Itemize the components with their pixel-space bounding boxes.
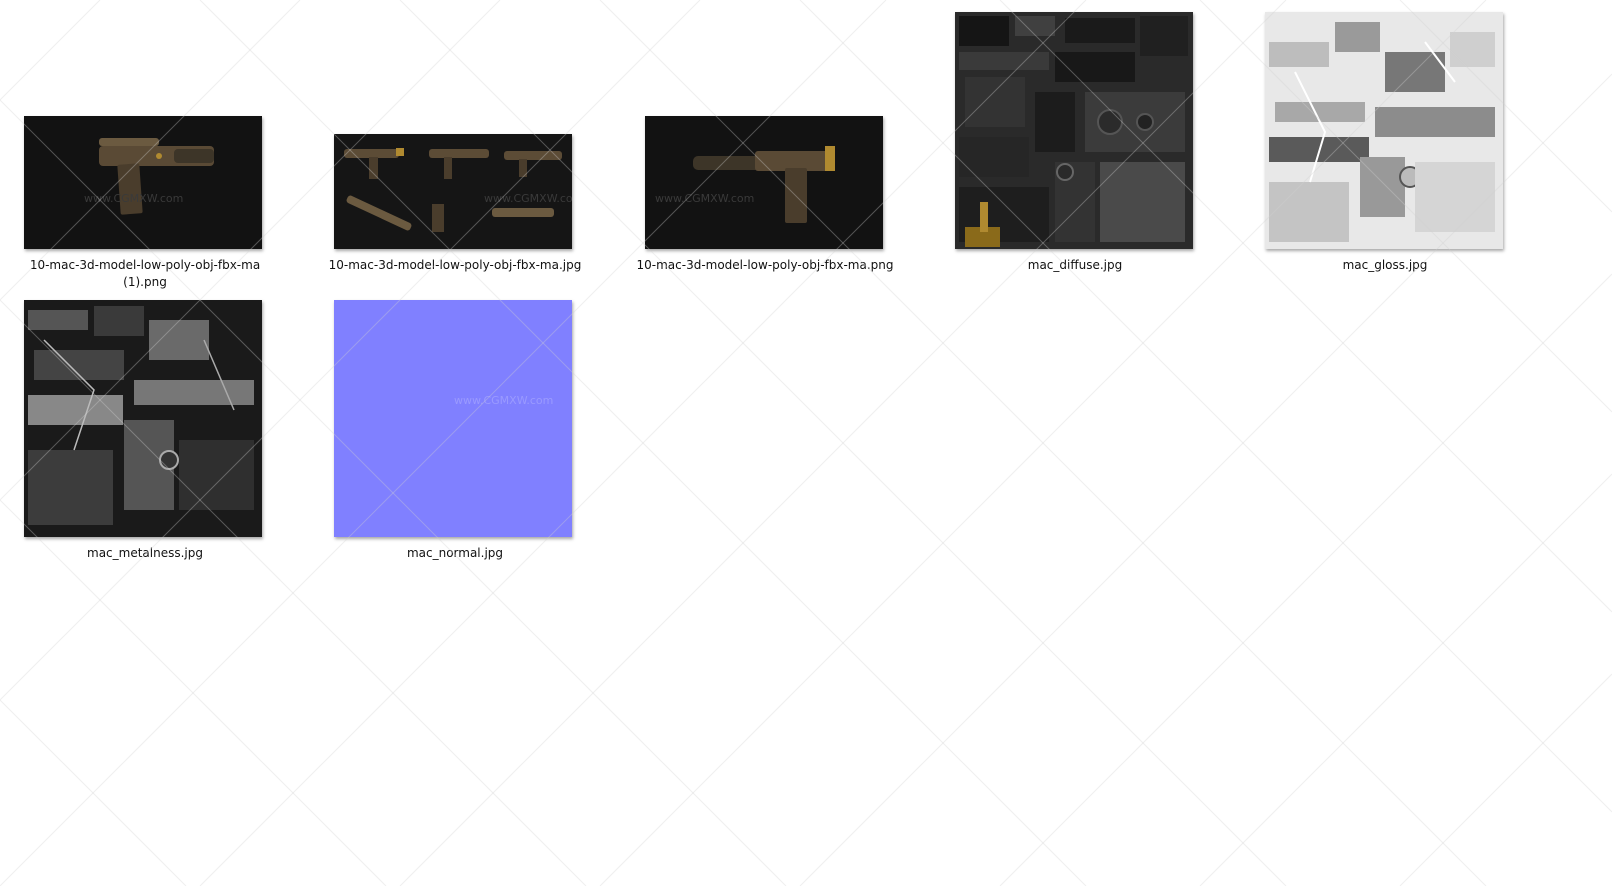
file-explorer-view: www.CGMXW.com 10-mac-3d-model-low-poly-o… <box>0 0 1612 886</box>
file-label-normal: mac_normal.jpg <box>406 546 504 560</box>
thumb-watermark: www.CGMXW.com <box>84 192 183 205</box>
thumbnail-gun-render-1: www.CGMXW.com <box>24 116 262 249</box>
file-item-gun-views[interactable]: www.CGMXW.com 10-mac-3d-model-low-poly-o… <box>310 0 610 290</box>
file-label-gloss: mac_gloss.jpg <box>1342 258 1428 272</box>
file-label-gun-render-2: 10-mac-3d-model-low-poly-obj-fbx-ma.png <box>636 258 894 272</box>
file-label-gun-views: 10-mac-3d-model-low-poly-obj-fbx-ma.jpg <box>328 258 582 272</box>
file-item-gloss[interactable]: mac_gloss.jpg <box>1240 0 1540 290</box>
file-label-diffuse: mac_diffuse.jpg <box>1027 258 1123 272</box>
file-item-diffuse[interactable]: mac_diffuse.jpg <box>930 0 1230 290</box>
file-label-metalness: mac_metalness.jpg <box>87 546 203 560</box>
thumbnail-metalness <box>24 300 262 537</box>
thumbnail-gun-render-2: www.CGMXW.com <box>645 116 883 249</box>
file-item-normal[interactable]: www.CGMXW.com mac_normal.jpg <box>310 290 610 580</box>
file-label-gun-render-1: 10-mac-3d-model-low-poly-obj-fbx-ma (1).… <box>29 258 261 289</box>
thumb-watermark: www.CGMXW.com <box>454 394 553 407</box>
thumbnail-diffuse <box>955 12 1193 249</box>
file-item-metalness[interactable]: mac_metalness.jpg <box>0 290 300 580</box>
thumb-watermark: www.CGMXW.com <box>484 192 572 205</box>
thumb-watermark: www.CGMXW.com <box>655 192 754 205</box>
file-item-gun-render-2[interactable]: www.CGMXW.com 10-mac-3d-model-low-poly-o… <box>620 0 920 290</box>
thumbnail-gloss <box>1265 12 1503 249</box>
file-item-gun-render-1[interactable]: www.CGMXW.com 10-mac-3d-model-low-poly-o… <box>0 0 300 290</box>
thumbnail-gun-views: www.CGMXW.com <box>334 134 572 249</box>
thumbnail-normal: www.CGMXW.com <box>334 300 572 537</box>
